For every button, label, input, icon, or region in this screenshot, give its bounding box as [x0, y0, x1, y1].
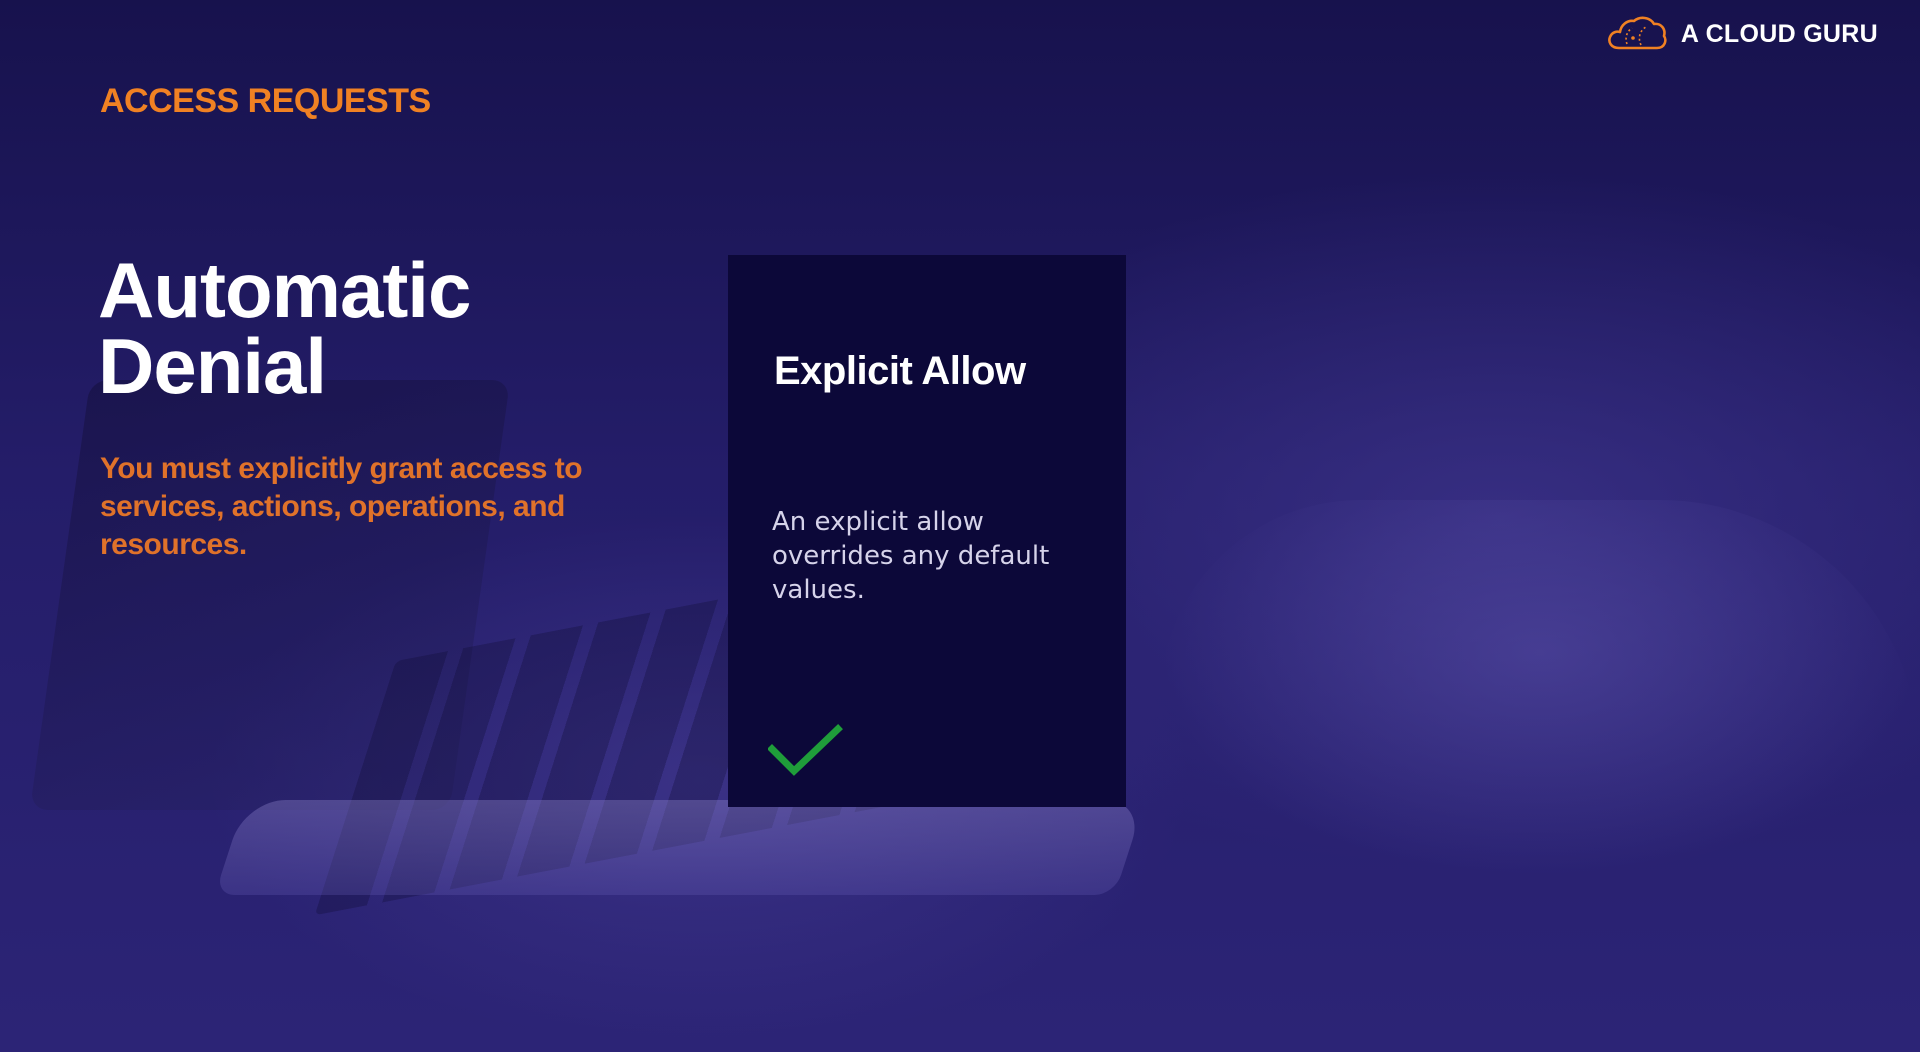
- section-label: ACCESS REQUESTS: [100, 82, 431, 120]
- card-body: An explicit allow overrides any default …: [772, 507, 1050, 605]
- background-hand: [1160, 500, 1920, 880]
- cloud-logo-icon: [1608, 16, 1667, 50]
- slide-subtitle: You must explicitly grant access to serv…: [100, 452, 583, 561]
- slide: A CLOUD GURU ACCESS REQUESTS Automatic D…: [0, 0, 1920, 1052]
- slide-title-line-1: Automatic: [98, 246, 471, 334]
- slide-title-line-2: Denial: [98, 322, 327, 410]
- slide-title: Automatic Denial: [98, 246, 471, 410]
- explicit-allow-card: Explicit Allow An explicit allow overrid…: [728, 255, 1126, 807]
- brand-logo: A CLOUD GURU: [1605, 14, 1878, 54]
- background-laptop-base: [214, 800, 1146, 895]
- card-title: Explicit Allow: [774, 349, 1026, 393]
- brand-name: A CLOUD GURU: [1680, 19, 1878, 48]
- checkmark-icon: [768, 724, 843, 776]
